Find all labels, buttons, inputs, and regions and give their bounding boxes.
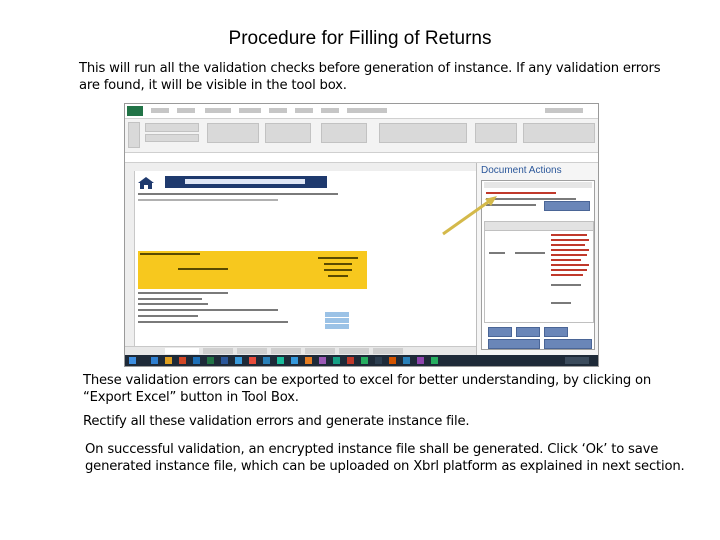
success-paragraph: On successful validation, an encrypted i… [85, 442, 685, 474]
export-paragraph: These validation errors can be exported … [83, 373, 652, 405]
intro-paragraph: This will run all the validation checks … [79, 61, 661, 93]
page-title: Procedure for Filling of Returns [228, 28, 492, 49]
rectify-paragraph: Rectify all these validation errors and … [83, 414, 470, 429]
excel-screenshot: Document Actions [124, 103, 599, 367]
arrow-icon [442, 196, 497, 236]
